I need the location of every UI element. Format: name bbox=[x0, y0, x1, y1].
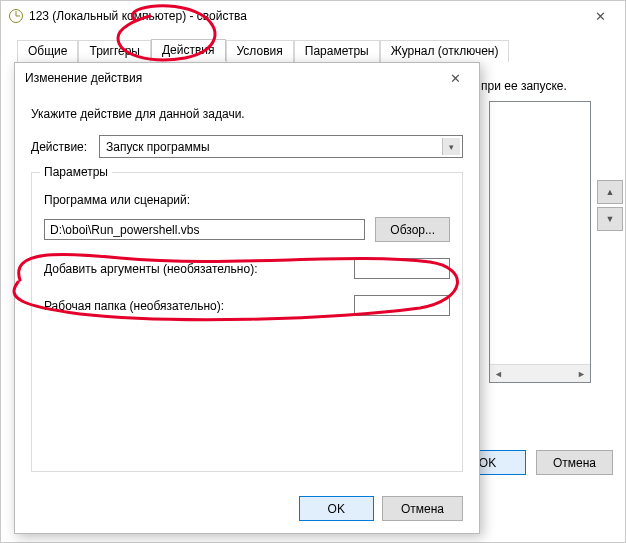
parameters-legend: Параметры bbox=[40, 165, 112, 179]
tabstrip: Общие Триггеры Действия Условия Параметр… bbox=[17, 39, 509, 61]
scroll-right-icon[interactable]: ► bbox=[573, 365, 590, 382]
actions-list[interactable]: ◄ ► bbox=[489, 101, 591, 383]
tab-general[interactable]: Общие bbox=[17, 40, 78, 62]
dialog-titlebar[interactable]: Изменение действия ✕ bbox=[15, 63, 479, 93]
program-label: Программа или сценарий: bbox=[44, 193, 450, 207]
dialog-cancel-button[interactable]: Отмена bbox=[382, 496, 463, 521]
startin-label: Рабочая папка (необязательно): bbox=[44, 299, 224, 313]
edit-action-dialog: Изменение действия ✕ Укажите действие дл… bbox=[14, 62, 480, 534]
program-path-input[interactable]: D:\oboi\Run_powershell.vbs bbox=[44, 219, 365, 240]
tab-triggers[interactable]: Триггеры bbox=[78, 40, 151, 62]
arguments-input[interactable] bbox=[354, 258, 450, 279]
tab-history[interactable]: Журнал (отключен) bbox=[380, 40, 510, 62]
arguments-label: Добавить аргументы (необязательно): bbox=[44, 262, 257, 276]
window-title: 123 (Локальный компьютер) - свойства bbox=[29, 9, 578, 23]
move-down-button[interactable]: ▼ bbox=[597, 207, 623, 231]
parent-cancel-button[interactable]: Отмена bbox=[536, 450, 613, 475]
actions-list-hscroll[interactable]: ◄ ► bbox=[490, 364, 590, 382]
dialog-ok-button[interactable]: OK bbox=[299, 496, 374, 521]
scheduler-icon bbox=[9, 9, 23, 23]
tab-conditions[interactable]: Условия bbox=[226, 40, 294, 62]
dialog-instruction: Укажите действие для данной задачи. bbox=[31, 107, 463, 121]
move-up-button[interactable]: ▲ bbox=[597, 180, 623, 204]
tab-settings[interactable]: Параметры bbox=[294, 40, 380, 62]
browse-button[interactable]: Обзор... bbox=[375, 217, 450, 242]
action-select[interactable]: Запуск программы ▾ bbox=[99, 135, 463, 158]
action-label: Действие: bbox=[31, 140, 91, 154]
scroll-left-icon[interactable]: ◄ bbox=[490, 365, 507, 382]
startin-input[interactable] bbox=[354, 295, 450, 316]
parameters-group: Параметры Программа или сценарий: D:\obo… bbox=[31, 172, 463, 472]
dialog-close-icon[interactable]: ✕ bbox=[435, 64, 475, 92]
action-select-value: Запуск программы bbox=[106, 140, 210, 154]
chevron-down-icon: ▾ bbox=[442, 138, 460, 155]
actions-hint: при ее запуске. bbox=[481, 79, 567, 93]
tab-actions[interactable]: Действия bbox=[151, 39, 226, 61]
window-titlebar[interactable]: 123 (Локальный компьютер) - свойства ✕ bbox=[1, 1, 625, 31]
dialog-title: Изменение действия bbox=[25, 71, 435, 85]
close-icon[interactable]: ✕ bbox=[578, 1, 623, 31]
